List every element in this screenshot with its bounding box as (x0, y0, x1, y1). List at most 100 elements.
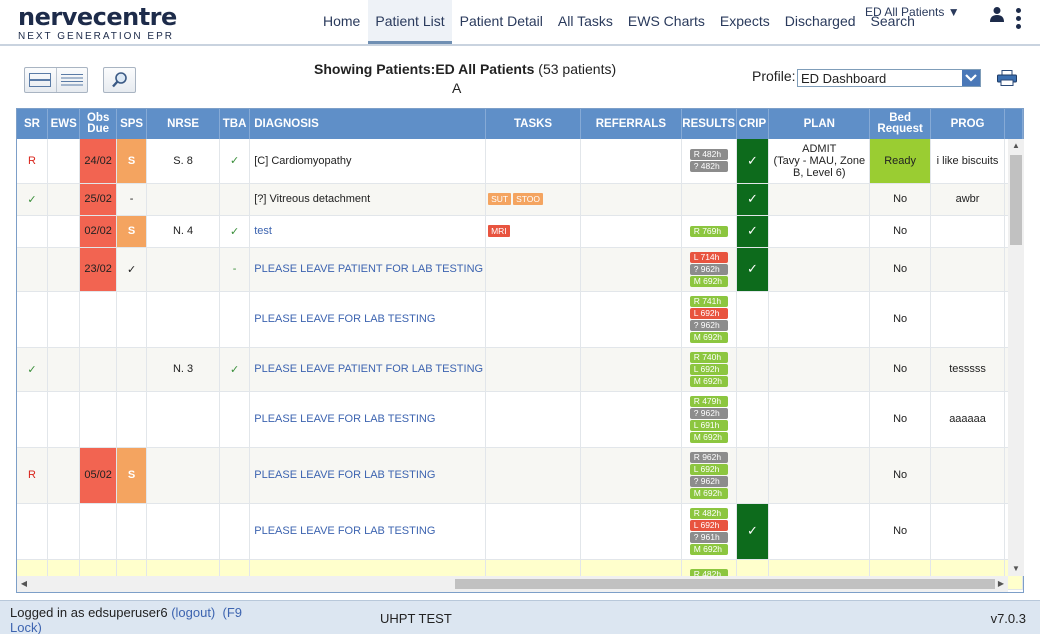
cell-results[interactable]: R 479h? 962h L 691h M 692h (681, 391, 737, 448)
cell-sr[interactable]: R (17, 447, 48, 504)
cell-tba[interactable] (219, 503, 251, 560)
cell-plan[interactable]: ADMIT (Tavy - MAU, Zone B, Level 6) (768, 139, 871, 184)
cell-obs-due[interactable]: 02/02 (79, 215, 117, 248)
result-badge[interactable]: L 714h (689, 251, 728, 263)
cell-tba[interactable] (219, 291, 251, 348)
cell-plan[interactable] (768, 215, 871, 248)
result-badge[interactable]: L 692h (689, 363, 728, 375)
cell-sr[interactable] (17, 247, 48, 292)
result-badge[interactable]: R 482h (689, 507, 728, 519)
column-header-sps[interactable]: SPS (116, 109, 148, 139)
cell-prog[interactable]: tesssss (930, 347, 1006, 392)
cell-sps[interactable] (116, 291, 148, 348)
cell-sr[interactable] (17, 291, 48, 348)
cell-tasks[interactable]: SUT STOO (485, 183, 581, 216)
table-row[interactable]: 23/02 ✓ - PLEASE LEAVE PATIENT FOR LAB TEST… (17, 247, 1023, 292)
cell-sr[interactable]: ✓ (17, 347, 48, 392)
table-row[interactable]: ✓ N. 3 ✓ PLEASE LEAVE PATIENT FOR LAB TESTI… (17, 347, 1023, 392)
cell-crip[interactable] (736, 291, 770, 348)
cell-referrals[interactable] (580, 291, 682, 348)
cell-prog[interactable] (930, 447, 1006, 504)
result-badge[interactable]: L 692h (689, 519, 728, 531)
cell-bed-request[interactable]: No (869, 447, 931, 504)
result-badge[interactable]: L 692h (689, 307, 728, 319)
cell-nurse[interactable] (146, 247, 220, 292)
result-badge[interactable]: ? 482h (689, 161, 728, 173)
cell-ews[interactable] (47, 291, 81, 348)
scroll-thumb[interactable] (1010, 155, 1022, 245)
cell-ews[interactable] (47, 247, 81, 292)
cell-results[interactable]: R 962h L 692h? 962h M 692h (681, 447, 737, 504)
column-header-crip[interactable]: CRIP (736, 109, 770, 139)
printer-icon[interactable] (997, 70, 1017, 86)
cell-bed-request[interactable]: No (869, 183, 931, 216)
cell-plan[interactable] (768, 347, 871, 392)
cell-diagnosis[interactable]: [C] Cardiomyopathy (249, 139, 487, 184)
cell-nurse[interactable]: S. 8 (146, 139, 220, 184)
result-badge[interactable]: ? 962h (689, 319, 728, 331)
cell-crip[interactable]: ✓ (736, 247, 770, 292)
cell-obs-due[interactable]: 24/02 (79, 139, 117, 184)
cell-bed-request[interactable]: No (869, 247, 931, 292)
cell-diagnosis[interactable]: PLEASE LEAVE FOR LAB TESTING (249, 503, 487, 560)
scroll-down-arrow[interactable]: ▼ (1008, 562, 1024, 576)
result-badge[interactable]: R 962h (689, 451, 728, 463)
column-header-prog[interactable]: PROG (930, 109, 1006, 139)
cell-tasks[interactable] (485, 503, 581, 560)
cell-tba[interactable] (219, 391, 251, 448)
cell-bed-request[interactable]: No (869, 291, 931, 348)
cell-ews[interactable] (47, 503, 81, 560)
cell-prog[interactable] (930, 247, 1006, 292)
cell-crip[interactable] (736, 447, 770, 504)
cell-crip[interactable]: ✓ (736, 215, 770, 248)
cell-nurse[interactable] (146, 503, 220, 560)
logout-link[interactable]: (logout) (171, 605, 215, 620)
cell-tba[interactable]: ✓ (219, 215, 251, 248)
cell-ews[interactable] (47, 139, 81, 184)
result-badge[interactable]: R 741h (689, 295, 728, 307)
table-row[interactable]: R 24/02 S S. 8 ✓ [C] Cardiomyopathy R 482h? 48… (17, 139, 1023, 184)
patient-search-button[interactable] (103, 67, 136, 93)
cell-diagnosis[interactable]: PLEASE LEAVE PATIENT FOR LAB TESTING (249, 347, 487, 392)
filter-letter[interactable]: A (452, 80, 461, 96)
result-badge[interactable]: M 692h (689, 331, 728, 343)
cell-obs-due[interactable] (79, 503, 117, 560)
cell-sps[interactable] (116, 503, 148, 560)
result-badge[interactable]: L 691h (689, 419, 728, 431)
table-row[interactable]: PLEASE LEAVE FOR LAB TESTING R 479h? 962h… (17, 391, 1023, 448)
cell-diagnosis[interactable]: PLEASE LEAVE FOR LAB TESTING (249, 291, 487, 348)
task-badge[interactable]: STOO (513, 193, 544, 205)
cell-plan[interactable] (768, 447, 871, 504)
cell-obs-due[interactable]: 23/02 (79, 247, 117, 292)
cell-tasks[interactable] (485, 247, 581, 292)
cell-prog[interactable]: aaaaaa (930, 391, 1006, 448)
cell-nurse[interactable] (146, 183, 220, 216)
cell-tasks[interactable]: MRI (485, 215, 581, 248)
cell-obs-due[interactable] (79, 391, 117, 448)
column-header-ews[interactable]: EWS (47, 109, 81, 139)
cell-results[interactable]: R 482h? 482h (681, 139, 737, 184)
cell-obs-due[interactable]: 25/02 (79, 183, 117, 216)
list-view-icon[interactable] (25, 68, 56, 92)
result-badge[interactable]: M 692h (689, 487, 728, 499)
cell-ews[interactable] (47, 447, 81, 504)
cell-nurse[interactable] (146, 391, 220, 448)
column-header-bed-request[interactable]: Bed Request (869, 109, 931, 139)
cell-sps[interactable]: - (116, 183, 148, 216)
task-badge[interactable]: SUT (488, 193, 512, 205)
cell-sr[interactable] (17, 391, 48, 448)
cell-plan[interactable] (768, 391, 871, 448)
result-badge[interactable]: R 769h (689, 225, 728, 237)
cell-results[interactable]: R 741h L 692h? 962h M 692h (681, 291, 737, 348)
cell-nurse[interactable]: N. 4 (146, 215, 220, 248)
cell-crip[interactable]: ✓ (736, 503, 770, 560)
cell-bed-request[interactable]: No (869, 215, 931, 248)
cell-diagnosis[interactable]: test (249, 215, 487, 248)
cell-results[interactable] (681, 183, 737, 216)
table-row[interactable]: 02/02 S N. 4 ✓ test MRI R 769h ✓ No (17, 215, 1023, 248)
cell-tasks[interactable] (485, 391, 581, 448)
cell-sps[interactable]: S (116, 215, 148, 248)
cell-tba[interactable]: - (219, 247, 251, 292)
cell-plan[interactable] (768, 291, 871, 348)
table-row[interactable]: PLEASE LEAVE FOR LAB TESTING R 482h L 692h… (17, 503, 1023, 560)
